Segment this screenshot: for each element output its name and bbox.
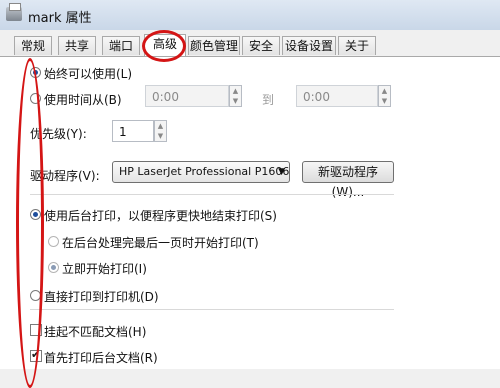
driver-select-value: HP LaserJet Professional P1606: [119, 165, 290, 178]
driver-select[interactable]: HP LaserJet Professional P1606 ▼: [112, 161, 290, 183]
from-time-field[interactable]: 0:00: [145, 85, 229, 107]
priority-field[interactable]: 1: [112, 120, 154, 142]
hold-mismatched-label: 挂起不匹配文档(H): [44, 325, 147, 339]
advanced-panel: 始终可以使用(L) 使用时间从(B) 0:00 ▲ ▼ 到 0:00 ▲ ▼ 优先级…: [0, 57, 500, 369]
title-bar: mark 属性: [0, 0, 500, 30]
tab-strip: 常规 共享 端口 高级 颜色管理 安全 设备设置 关于: [0, 34, 500, 57]
tab-device-settings[interactable]: 设备设置: [282, 36, 336, 55]
use-spool-label: 使用后台打印，以便程序更快地结束打印(S): [44, 209, 277, 223]
priority-spinner[interactable]: ▲ ▼: [154, 120, 167, 142]
to-label: 到: [262, 93, 275, 107]
tab-general[interactable]: 常规: [14, 36, 52, 55]
chevron-down-icon: ▼: [278, 167, 285, 177]
print-spooled-first-label: 首先打印后台文档(R): [44, 351, 158, 365]
separator: [30, 309, 394, 310]
from-time-spinner[interactable]: ▲ ▼: [229, 85, 242, 107]
tab-ports[interactable]: 端口: [102, 36, 140, 55]
always-available-label: 始终可以使用(L): [44, 67, 133, 81]
new-driver-button[interactable]: 新驱动程序(W)...: [302, 161, 394, 199]
to-time-spinner[interactable]: ▲ ▼: [378, 85, 391, 107]
tab-about[interactable]: 关于: [338, 36, 376, 55]
highlight-oval-radios: [16, 58, 44, 388]
start-immediately-radio[interactable]: [48, 262, 59, 273]
tab-color-management[interactable]: 颜色管理: [188, 36, 240, 55]
printer-icon: [6, 3, 22, 21]
window-title: mark 属性: [28, 11, 92, 26]
start-after-last-page-label: 在后台处理完最后一页时开始打印(T): [62, 236, 259, 250]
to-time-field[interactable]: 0:00: [296, 85, 378, 107]
available-from-label: 使用时间从(B): [44, 93, 122, 107]
start-after-last-page-radio[interactable]: [48, 236, 59, 247]
tab-security[interactable]: 安全: [242, 36, 280, 55]
print-direct-label: 直接打印到打印机(D): [44, 290, 159, 304]
highlight-oval-tab: [142, 30, 186, 62]
tab-sharing[interactable]: 共享: [58, 36, 96, 55]
start-immediately-label: 立即开始打印(I): [62, 262, 147, 276]
separator: [30, 194, 394, 195]
